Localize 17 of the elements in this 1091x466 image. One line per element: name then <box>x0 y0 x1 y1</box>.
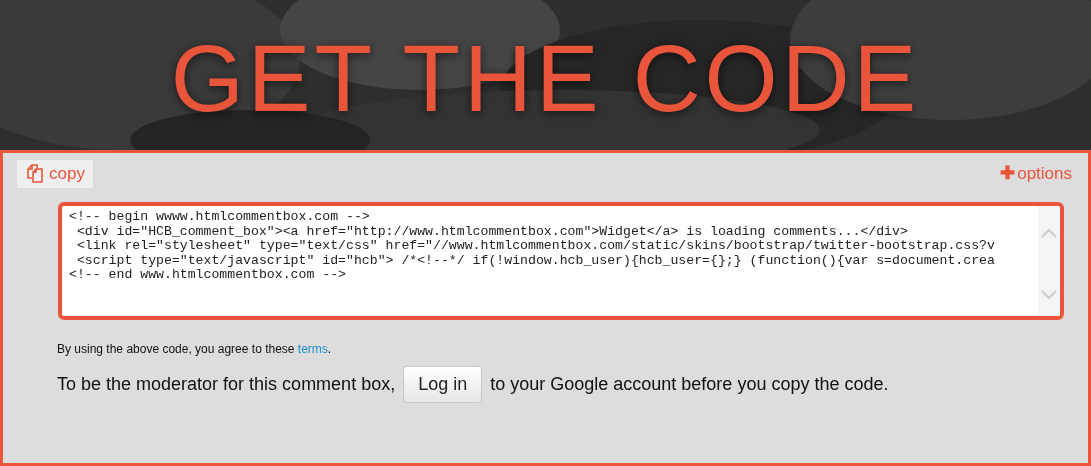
moderator-text: To be the moderator for this comment box, <box>57 373 396 396</box>
code-line: <div id="HCB_comment_box"><a href="http://www.htmlcommentbox.com">Widget</a> is loading comments...</div> <box>75 224 909 239</box>
code-line: <link rel="stylesheet" type="text/css" href="//www.htmlcommentbox.com/static/skins/bootstrap/twitter-bootstrap.css?v <box>75 239 996 254</box>
copy-icon <box>25 164 45 184</box>
code-line: <script type="text/javascript" id="hcb"> /*<!--*/ if(!window.hcb_user){hcb_user={};} (function(){var s=document.crea <box>75 253 996 268</box>
options-button[interactable]: ✚options <box>998 160 1074 187</box>
scroll-down-icon[interactable] <box>1041 290 1057 300</box>
terms-notice: By using the above code, you agree to these terms. <box>57 341 333 358</box>
page-heading: GET THE CODE <box>170 25 921 126</box>
copy-button[interactable]: copy <box>17 160 93 188</box>
login-button[interactable]: Log in <box>403 366 483 403</box>
code-line: <!-- end www.htmlcommentbox.com --> <box>69 268 347 283</box>
scroll-up-icon[interactable] <box>1041 228 1057 238</box>
code-field[interactable] <box>58 202 1064 320</box>
terms-link[interactable]: terms <box>297 342 328 356</box>
moderator-text: to your Google account before you copy the code. <box>490 373 889 396</box>
code-line: <!-- begin wwww.htmlcommentbox.com --> <box>69 210 371 225</box>
